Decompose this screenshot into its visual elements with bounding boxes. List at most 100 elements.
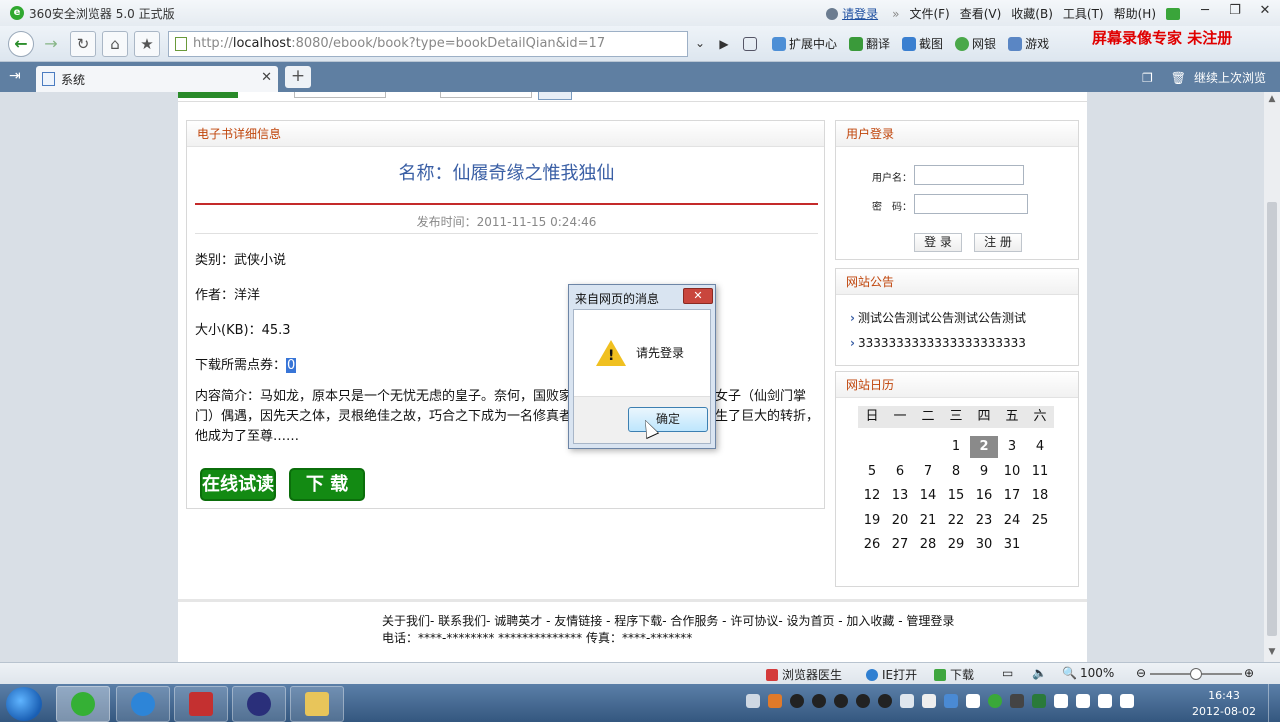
- calendar-day[interactable]: 10: [998, 461, 1026, 483]
- calendar-day[interactable]: 19: [858, 510, 886, 532]
- scroll-down-icon[interactable]: ▼: [1264, 647, 1280, 657]
- download-button[interactable]: 下 载: [289, 468, 365, 501]
- menu-help[interactable]: 帮助(H): [1114, 5, 1156, 22]
- footer-links[interactable]: 关于我们- 联系我们- 诚聘英才 - 友情链接 - 程序下载- 合作服务 - 许…: [382, 612, 954, 629]
- calendar-day[interactable]: 27: [886, 534, 914, 556]
- zoom-slider-knob[interactable]: [1190, 668, 1202, 680]
- qq-icon[interactable]: [834, 694, 848, 708]
- address-bar[interactable]: http://localhost:8080/ebook/book?type=bo…: [168, 30, 688, 57]
- calendar-day[interactable]: 7: [914, 461, 942, 483]
- favorite-star-button[interactable]: ★: [134, 30, 160, 57]
- qq-icon[interactable]: [790, 694, 804, 708]
- tray-app-icon[interactable]: [768, 694, 782, 708]
- zoom-control[interactable]: 🔍 100%: [1062, 666, 1114, 680]
- calendar-day[interactable]: 24: [998, 510, 1026, 532]
- url-dropdown-icon[interactable]: ⌄: [691, 31, 709, 57]
- close-window-button[interactable]: ✕: [1250, 0, 1280, 22]
- downloads-button[interactable]: 下载: [934, 666, 974, 683]
- calendar-day[interactable]: 17: [998, 485, 1026, 507]
- start-button[interactable]: [6, 687, 42, 721]
- keyboard-icon[interactable]: [746, 694, 760, 708]
- qq-icon[interactable]: [856, 694, 870, 708]
- menu-file[interactable]: 文件(F): [909, 5, 949, 22]
- login-link[interactable]: 请登录: [842, 5, 878, 22]
- taskbar-360-browser[interactable]: [56, 686, 110, 722]
- read-online-button[interactable]: 在线试读: [200, 468, 276, 501]
- search-author-input[interactable]: [440, 92, 532, 98]
- calendar-day[interactable]: 28: [914, 534, 942, 556]
- taskbar-explorer[interactable]: [290, 686, 344, 722]
- window-mode-icon[interactable]: ▭: [1002, 666, 1013, 680]
- taskbar-ie[interactable]: [116, 686, 170, 722]
- tab-close-icon[interactable]: ✕: [261, 70, 272, 85]
- calendar-day[interactable]: 29: [942, 534, 970, 556]
- sync-icon[interactable]: [988, 694, 1002, 708]
- calendar-day[interactable]: 18: [1026, 485, 1054, 507]
- menu-favorites[interactable]: 收藏(B): [1011, 5, 1053, 22]
- minimize-button[interactable]: ─: [1190, 0, 1220, 22]
- tray-app-icon[interactable]: [1010, 694, 1024, 708]
- restore-session-link[interactable]: 继续上次浏览: [1194, 69, 1266, 86]
- calendar-day[interactable]: 11: [1026, 461, 1054, 483]
- tray-edit-icon[interactable]: [966, 694, 980, 708]
- calendar-day[interactable]: 4: [1026, 436, 1054, 458]
- tray-app-icon[interactable]: [1076, 694, 1090, 708]
- skin-icon[interactable]: [1166, 7, 1180, 20]
- zoom-out-icon[interactable]: ⊖: [1136, 666, 1146, 680]
- network-icon[interactable]: [1098, 694, 1112, 708]
- window-switch-icon[interactable]: ❐: [1142, 71, 1153, 85]
- dialog-ok-button[interactable]: 确定: [628, 407, 708, 432]
- password-input[interactable]: [914, 194, 1028, 214]
- games-button[interactable]: 游戏: [1008, 35, 1049, 52]
- back-button[interactable]: ←: [8, 30, 34, 57]
- calendar-day[interactable]: 1: [942, 436, 970, 458]
- calendar-day[interactable]: 6: [886, 461, 914, 483]
- calendar-day[interactable]: 31: [998, 534, 1026, 556]
- tab-system[interactable]: 系统 ✕: [36, 66, 278, 92]
- scroll-up-icon[interactable]: ▲: [1264, 94, 1280, 104]
- shield-button[interactable]: [743, 36, 760, 51]
- username-input[interactable]: [914, 165, 1024, 185]
- calendar-day[interactable]: 22: [942, 510, 970, 532]
- dialog-close-button[interactable]: ✕: [683, 288, 713, 304]
- volume-icon[interactable]: 🔈: [1032, 666, 1047, 680]
- qq-icon[interactable]: [878, 694, 892, 708]
- taskbar-toolbox[interactable]: [174, 686, 228, 722]
- flag-icon[interactable]: [1054, 694, 1068, 708]
- tray-app-icon[interactable]: [922, 694, 936, 708]
- shield-icon[interactable]: [944, 694, 958, 708]
- login-button[interactable]: 登 录: [914, 233, 962, 252]
- notice-item[interactable]: 测试公告测试公告测试公告测试: [850, 309, 1026, 326]
- calendar-day[interactable]: 21: [914, 510, 942, 532]
- search-name-input[interactable]: [294, 92, 386, 98]
- taskbar-eclipse[interactable]: [232, 686, 286, 722]
- restore-button[interactable]: ❐: [1220, 0, 1250, 22]
- home-button[interactable]: ⌂: [102, 30, 128, 57]
- calendar-day[interactable]: 20: [886, 510, 914, 532]
- calendar-day[interactable]: 25: [1026, 510, 1054, 532]
- calendar-day[interactable]: 12: [858, 485, 886, 507]
- ie-open-button[interactable]: IE打开: [866, 666, 917, 683]
- calendar-day[interactable]: 9: [970, 461, 998, 483]
- calendar-day[interactable]: 8: [942, 461, 970, 483]
- refresh-button[interactable]: ↻: [70, 30, 96, 57]
- system-clock[interactable]: 16:43 2012-08-02: [1192, 688, 1256, 720]
- calendar-day[interactable]: 16: [970, 485, 998, 507]
- volume-icon[interactable]: [1120, 694, 1134, 708]
- screenshot-button[interactable]: 截图: [902, 35, 943, 52]
- calendar-day[interactable]: 13: [886, 485, 914, 507]
- calendar-day[interactable]: 23: [970, 510, 998, 532]
- new-tab-button[interactable]: +: [285, 66, 311, 88]
- zoom-in-icon[interactable]: ⊕: [1244, 666, 1254, 680]
- tray-app-icon[interactable]: [1032, 694, 1046, 708]
- calendar-day[interactable]: 3: [998, 436, 1026, 458]
- calendar-day[interactable]: 26: [858, 534, 886, 556]
- calendar-day[interactable]: 14: [914, 485, 942, 507]
- qq-icon[interactable]: [812, 694, 826, 708]
- translate-button[interactable]: 翻译: [849, 35, 890, 52]
- register-button[interactable]: 注 册: [974, 233, 1022, 252]
- trash-icon[interactable]: 🗑: [1171, 71, 1186, 85]
- calendar-day[interactable]: 5: [858, 461, 886, 483]
- tray-tool-icon[interactable]: [900, 694, 914, 708]
- browser-doctor-button[interactable]: 浏览器医生: [766, 666, 842, 683]
